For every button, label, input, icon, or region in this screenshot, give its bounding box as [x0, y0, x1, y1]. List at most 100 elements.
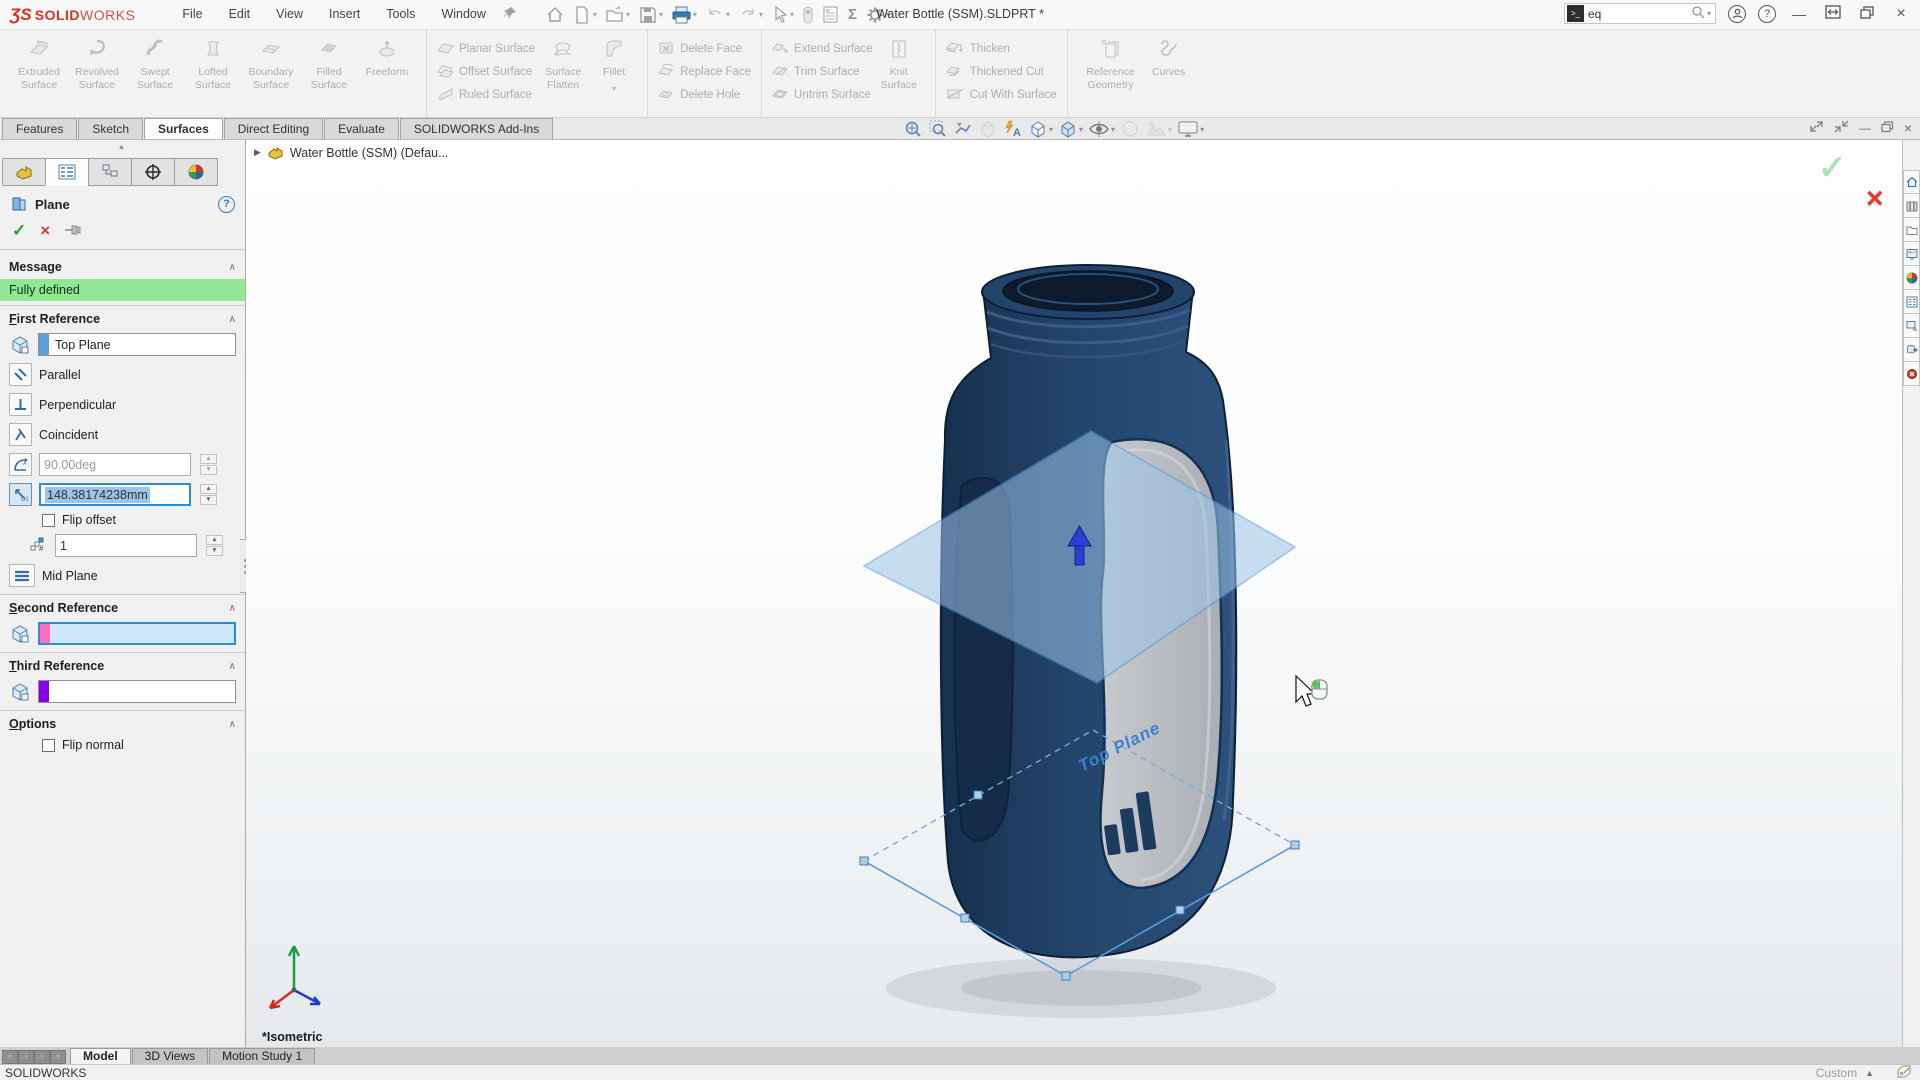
- keep-visible-pin-icon[interactable]: [64, 223, 82, 240]
- pin-menu-icon[interactable]: [503, 6, 517, 23]
- apply-scene-button[interactable]: ▾: [1145, 119, 1172, 139]
- revolved-surface-button[interactable]: Revolved Surface: [69, 38, 125, 91]
- section-view-button[interactable]: [978, 119, 998, 139]
- touch-mode-button[interactable]: [800, 4, 816, 26]
- model-restore-icon[interactable]: [1881, 121, 1894, 136]
- view-orientation-button[interactable]: ▾: [1028, 119, 1053, 139]
- model-close-icon[interactable]: ×: [1904, 120, 1912, 136]
- tab-scroll-next-button[interactable]: ›: [34, 1050, 50, 1064]
- tab-scroll-first-button[interactable]: «: [2, 1050, 18, 1064]
- distance-spinner[interactable]: ▲▼: [200, 484, 217, 505]
- taskpane-design-library-icon[interactable]: [1903, 194, 1920, 218]
- undo-button[interactable]: ▾: [703, 4, 733, 26]
- taskpane-view-palette-icon[interactable]: [1903, 242, 1920, 266]
- collapse-chevron-icon[interactable]: ∧: [229, 262, 236, 273]
- expand-button[interactable]: [1822, 5, 1844, 22]
- close-button[interactable]: ×: [1890, 5, 1912, 23]
- tab-scroll-prev-button[interactable]: ‹: [18, 1050, 34, 1064]
- tree-expand-icon[interactable]: ▶: [254, 147, 261, 158]
- planar-surface-button[interactable]: Planar Surface: [437, 39, 535, 59]
- home-button[interactable]: [543, 4, 567, 26]
- dynamic-annotation-button[interactable]: A: [1003, 119, 1023, 139]
- mid-plane-row[interactable]: Mid Plane: [0, 560, 245, 590]
- restore-button[interactable]: [1856, 6, 1878, 22]
- tab-sketch[interactable]: Sketch: [78, 118, 143, 139]
- minimize-button[interactable]: —: [1788, 6, 1810, 22]
- search-input[interactable]: eq: [1588, 7, 1691, 21]
- help-icon[interactable]: ?: [1758, 5, 1776, 23]
- perpendicular-row[interactable]: Perpendicular: [0, 389, 245, 419]
- ok-button[interactable]: ✓: [12, 221, 26, 241]
- collapse-chevron-icon[interactable]: ∧: [229, 719, 236, 730]
- view-settings-button[interactable]: ▾: [1177, 119, 1204, 139]
- filled-surface-button[interactable]: Filled Surface: [301, 38, 357, 91]
- taskpane-home-icon[interactable]: [1903, 170, 1920, 194]
- dock-pane-icon[interactable]: [1834, 120, 1849, 136]
- tab-displaymanager[interactable]: [174, 158, 218, 186]
- offset-surface-button[interactable]: Offset Surface: [437, 62, 535, 82]
- angle-field[interactable]: 90.00deg: [39, 453, 191, 476]
- ruled-surface-button[interactable]: Ruled Surface: [437, 85, 535, 105]
- third-reference-section-header[interactable]: Third Reference ∧: [0, 652, 245, 676]
- search-scope-caret-icon[interactable]: ▾: [1707, 9, 1711, 18]
- tag-editor-icon[interactable]: [1897, 1065, 1912, 1080]
- previous-view-button[interactable]: [953, 119, 973, 139]
- save-button[interactable]: ▾: [636, 4, 666, 26]
- knit-surface-button[interactable]: Knit Surface: [874, 38, 924, 91]
- third-reference-selection-box[interactable]: [38, 680, 236, 703]
- menu-file[interactable]: File: [169, 0, 215, 29]
- taskpane-appearances-icon[interactable]: [1903, 266, 1920, 290]
- hide-show-items-button[interactable]: ▾: [1088, 119, 1115, 139]
- taskpane-cam-icon[interactable]: [1903, 362, 1920, 386]
- delete-face-button[interactable]: Delete Face: [658, 39, 751, 59]
- cancel-button[interactable]: ×: [40, 221, 50, 241]
- flip-normal-checkbox[interactable]: [42, 739, 55, 752]
- replace-face-button[interactable]: Replace Face: [658, 62, 751, 82]
- menu-edit[interactable]: Edit: [216, 0, 264, 29]
- thickened-cut-button[interactable]: Thickened Cut: [946, 62, 1057, 82]
- collapse-chevron-icon[interactable]: ∧: [229, 603, 236, 614]
- second-reference-section-header[interactable]: Second Reference ∧: [0, 594, 245, 618]
- second-reference-selection-box[interactable]: [38, 622, 236, 645]
- select-tool-button[interactable]: ▾: [769, 4, 797, 25]
- tab-direct-editing[interactable]: Direct Editing: [224, 118, 323, 139]
- boundary-surface-button[interactable]: Boundary Surface: [243, 38, 299, 91]
- search-icon[interactable]: [1691, 5, 1705, 22]
- tab-3d-views[interactable]: 3D Views: [132, 1048, 208, 1064]
- model-minimize-icon[interactable]: —: [1859, 121, 1871, 135]
- new-document-button[interactable]: ▾: [570, 4, 600, 26]
- tab-surfaces[interactable]: Surfaces: [144, 118, 223, 139]
- menu-insert[interactable]: Insert: [316, 0, 373, 29]
- search-box[interactable]: >_ eq ▾: [1564, 3, 1716, 24]
- freeform-button[interactable]: Freeform: [359, 38, 415, 79]
- tab-solidworks-add-ins[interactable]: SOLIDWORKS Add-Ins: [400, 118, 553, 139]
- options-section-header[interactable]: Options ∧: [0, 710, 245, 734]
- plane-count-spinner[interactable]: ▲▼: [206, 535, 223, 556]
- panel-drag-handle[interactable]: ●: [0, 140, 245, 156]
- collapse-chevron-icon[interactable]: ∧: [229, 661, 236, 672]
- confirmation-ok-icon[interactable]: ✓: [1818, 148, 1847, 188]
- menu-view[interactable]: View: [263, 0, 316, 29]
- delete-hole-button[interactable]: Delete Hole: [658, 85, 751, 105]
- tab-model[interactable]: Model: [70, 1048, 131, 1064]
- surface-flatten-button[interactable]: Surface Flatten: [536, 38, 590, 91]
- swept-surface-button[interactable]: Swept Surface: [127, 38, 183, 91]
- angle-spinner[interactable]: ▲▼: [200, 454, 217, 475]
- login-icon[interactable]: [1728, 5, 1746, 23]
- first-reference-section-header[interactable]: First Reference ∧: [0, 305, 245, 329]
- flip-offset-checkbox[interactable]: [42, 514, 55, 527]
- distance-field[interactable]: 148.38174238mm: [39, 483, 191, 506]
- fillet-button[interactable]: Fillet▾: [592, 38, 636, 93]
- menu-tools[interactable]: Tools: [373, 0, 428, 29]
- redo-button[interactable]: ▾: [736, 4, 766, 26]
- first-reference-selection-box[interactable]: Top Plane: [38, 333, 236, 356]
- taskpane-data-sources-icon[interactable]: [1903, 338, 1920, 362]
- extruded-surface-button[interactable]: Extruded Surface: [11, 38, 67, 91]
- graphics-viewport[interactable]: Top Plane *Isometric: [246, 140, 1902, 1047]
- taskpane-custom-properties-icon[interactable]: [1903, 290, 1920, 314]
- edit-appearance-button[interactable]: [1120, 119, 1140, 139]
- display-style-button[interactable]: ▾: [1058, 119, 1083, 139]
- lofted-surface-button[interactable]: Lofted Surface: [185, 38, 241, 91]
- curves-button[interactable]: Curves: [1145, 38, 1193, 79]
- print-button[interactable]: ▾: [669, 4, 700, 26]
